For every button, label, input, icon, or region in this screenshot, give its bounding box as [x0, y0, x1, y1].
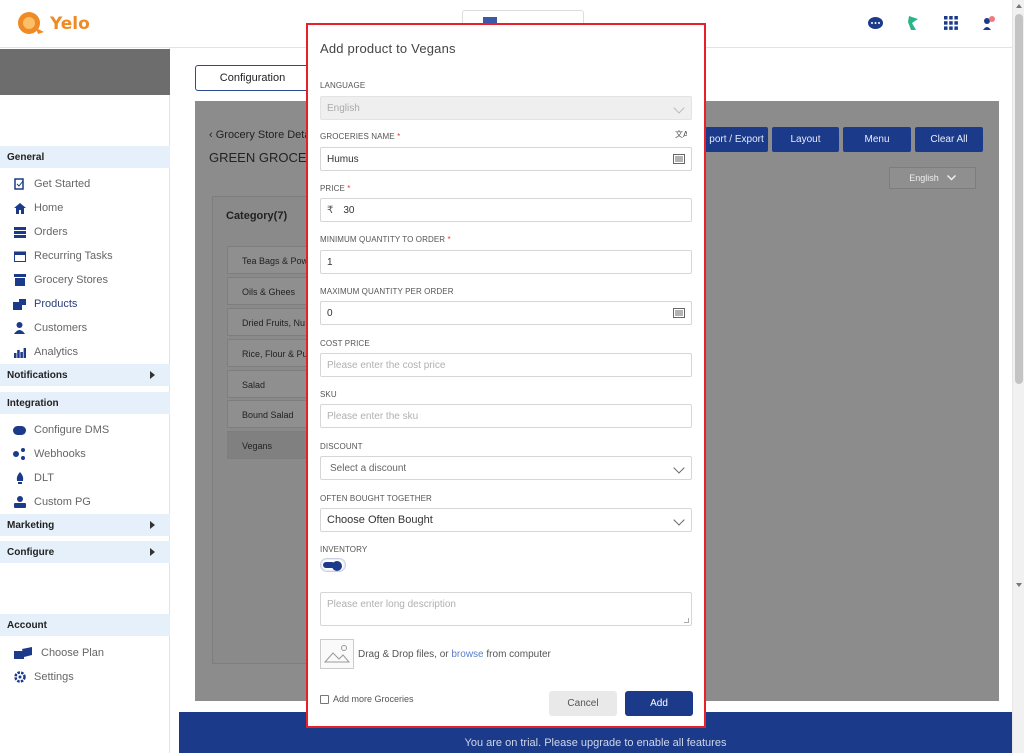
resize-handle[interactable]	[684, 618, 689, 623]
custom-pg-icon	[13, 496, 26, 509]
often-bought-label: OFTEN BOUGHT TOGETHER	[320, 494, 432, 503]
scrollbar-thumb[interactable]	[1015, 14, 1023, 384]
max-qty-input[interactable]: 0	[320, 301, 692, 325]
price-input[interactable]: ₹ 30	[320, 198, 692, 222]
caret-right-icon	[150, 371, 155, 379]
menu-button[interactable]: Menu	[843, 127, 911, 152]
caret-right-icon	[150, 548, 155, 556]
scroll-down-arrow-icon[interactable]	[1016, 583, 1022, 587]
translate-icon[interactable]: 文A	[675, 129, 687, 141]
add-button[interactable]: Add	[625, 691, 693, 716]
import-export-button[interactable]: port / Export	[705, 127, 768, 152]
analytics-icon	[13, 346, 26, 359]
back-link[interactable]: ‹ Grocery Store Deta	[209, 129, 310, 141]
add-more-checkbox[interactable]	[320, 694, 329, 704]
sidebar-item-dlt[interactable]: DLT	[0, 467, 170, 489]
browse-link[interactable]: browse	[451, 649, 483, 660]
sidebar-section-notifications[interactable]: Notifications	[0, 364, 170, 386]
dlt-icon	[13, 472, 26, 485]
logo[interactable]: Yelo	[16, 10, 90, 38]
sidebar-section-integration: Integration	[0, 392, 170, 414]
svg-text:文A: 文A	[675, 129, 687, 139]
user-profile-icon[interactable]	[980, 14, 998, 32]
dms-icon	[13, 424, 26, 437]
clear-all-button[interactable]: Clear All	[915, 127, 983, 152]
chevron-down-icon	[673, 514, 685, 526]
discount-label: DISCOUNT	[320, 442, 363, 451]
app-name: Yelo	[50, 14, 90, 34]
calendar-icon	[13, 250, 26, 263]
cost-price-label: COST PRICE	[320, 339, 370, 348]
currency-icon: ₹	[327, 204, 334, 216]
description-textarea[interactable]: Please enter long description	[320, 592, 692, 626]
sidebar-item-choose-plan[interactable]: Choose Plan	[0, 642, 170, 664]
groceries-name-input[interactable]: Humus	[320, 147, 692, 171]
apps-grid-icon[interactable]	[942, 14, 960, 32]
add-more-groceries[interactable]: Add more Groceries	[320, 694, 414, 704]
webhooks-icon	[13, 448, 26, 461]
toggle-knob	[332, 561, 342, 571]
vertical-scrollbar[interactable]	[1012, 0, 1024, 753]
cost-price-input[interactable]: Please enter the cost price	[320, 353, 692, 377]
image-placeholder-icon[interactable]	[320, 639, 354, 669]
add-product-modal: Add product to Vegans LANGUAGE English G…	[306, 23, 706, 728]
groceries-name-label: GROCERIES NAME *	[320, 132, 401, 141]
max-qty-label: MAXIMUM QUANTITY PER ORDER	[320, 287, 454, 296]
sidebar-item-custom-pg[interactable]: Custom PG	[0, 491, 170, 513]
sidebar-item-grocery-stores[interactable]: Grocery Stores	[0, 269, 170, 291]
lion-logo-icon	[18, 12, 44, 34]
sidebar-item-products[interactable]: Products	[0, 293, 170, 315]
sidebar-banner	[0, 49, 170, 95]
store-icon	[13, 274, 26, 287]
customers-icon	[13, 322, 26, 335]
orders-icon	[13, 226, 26, 239]
language-label: LANGUAGE	[320, 81, 366, 90]
sku-input[interactable]: Please enter the sku	[320, 404, 692, 428]
category-title: Category(7)	[226, 210, 288, 222]
modal-title: Add product to Vegans	[320, 41, 456, 56]
chevron-down-icon	[673, 102, 685, 114]
chevron-down-icon	[946, 175, 956, 181]
sidebar-item-configure-dms[interactable]: Configure DMS	[0, 419, 170, 441]
sidebar-section-account: Account	[0, 614, 170, 636]
sidebar-item-customers[interactable]: Customers	[0, 317, 170, 339]
sidebar-item-get-started[interactable]: Get Started	[0, 173, 170, 195]
sidebar-item-settings[interactable]: Settings	[0, 666, 170, 688]
inventory-toggle[interactable]	[320, 558, 346, 572]
sidebar-item-webhooks[interactable]: Webhooks	[0, 443, 170, 465]
choose-plan-icon	[13, 647, 33, 660]
cancel-button[interactable]: Cancel	[549, 691, 617, 716]
home-icon	[13, 202, 26, 215]
layout-button[interactable]: Layout	[772, 127, 839, 152]
keyboard-icon	[673, 308, 685, 318]
settings-icon	[13, 671, 26, 684]
products-icon	[13, 298, 26, 311]
language-select: English	[320, 96, 692, 120]
discount-select[interactable]: Select a discount	[320, 456, 692, 480]
sidebar-item-home[interactable]: Home	[0, 197, 170, 219]
chevron-down-icon	[673, 462, 685, 474]
sidebar-item-recurring-tasks[interactable]: Recurring Tasks	[0, 245, 170, 267]
price-label: PRICE *	[320, 184, 351, 193]
scroll-up-arrow-icon[interactable]	[1016, 4, 1022, 8]
sidebar-item-orders[interactable]: Orders	[0, 221, 170, 243]
min-qty-label: MINIMUM QUANTITY TO ORDER *	[320, 235, 451, 244]
page-title: GREEN GROCER	[209, 150, 316, 165]
page-language-select[interactable]: English	[889, 167, 976, 189]
inventory-label: INVENTORY	[320, 545, 368, 554]
often-bought-select[interactable]: Choose Often Bought	[320, 508, 692, 532]
dropzone-text: Drag & Drop files, or browse from comput…	[358, 649, 551, 660]
min-qty-input[interactable]: 1	[320, 250, 692, 274]
sidebar-section-configure[interactable]: Configure	[0, 541, 170, 563]
sidebar-item-analytics[interactable]: Analytics	[0, 341, 170, 363]
keyboard-icon	[673, 154, 685, 164]
sku-label: SKU	[320, 390, 337, 399]
tab-configuration[interactable]: Configuration	[195, 65, 310, 91]
yelo-flag-icon[interactable]	[904, 14, 922, 32]
sidebar-section-marketing[interactable]: Marketing	[0, 514, 170, 536]
support-chat-icon[interactable]	[866, 14, 884, 32]
get-started-icon	[13, 178, 26, 191]
sidebar-section-general: General	[0, 146, 170, 168]
caret-right-icon	[150, 521, 155, 529]
